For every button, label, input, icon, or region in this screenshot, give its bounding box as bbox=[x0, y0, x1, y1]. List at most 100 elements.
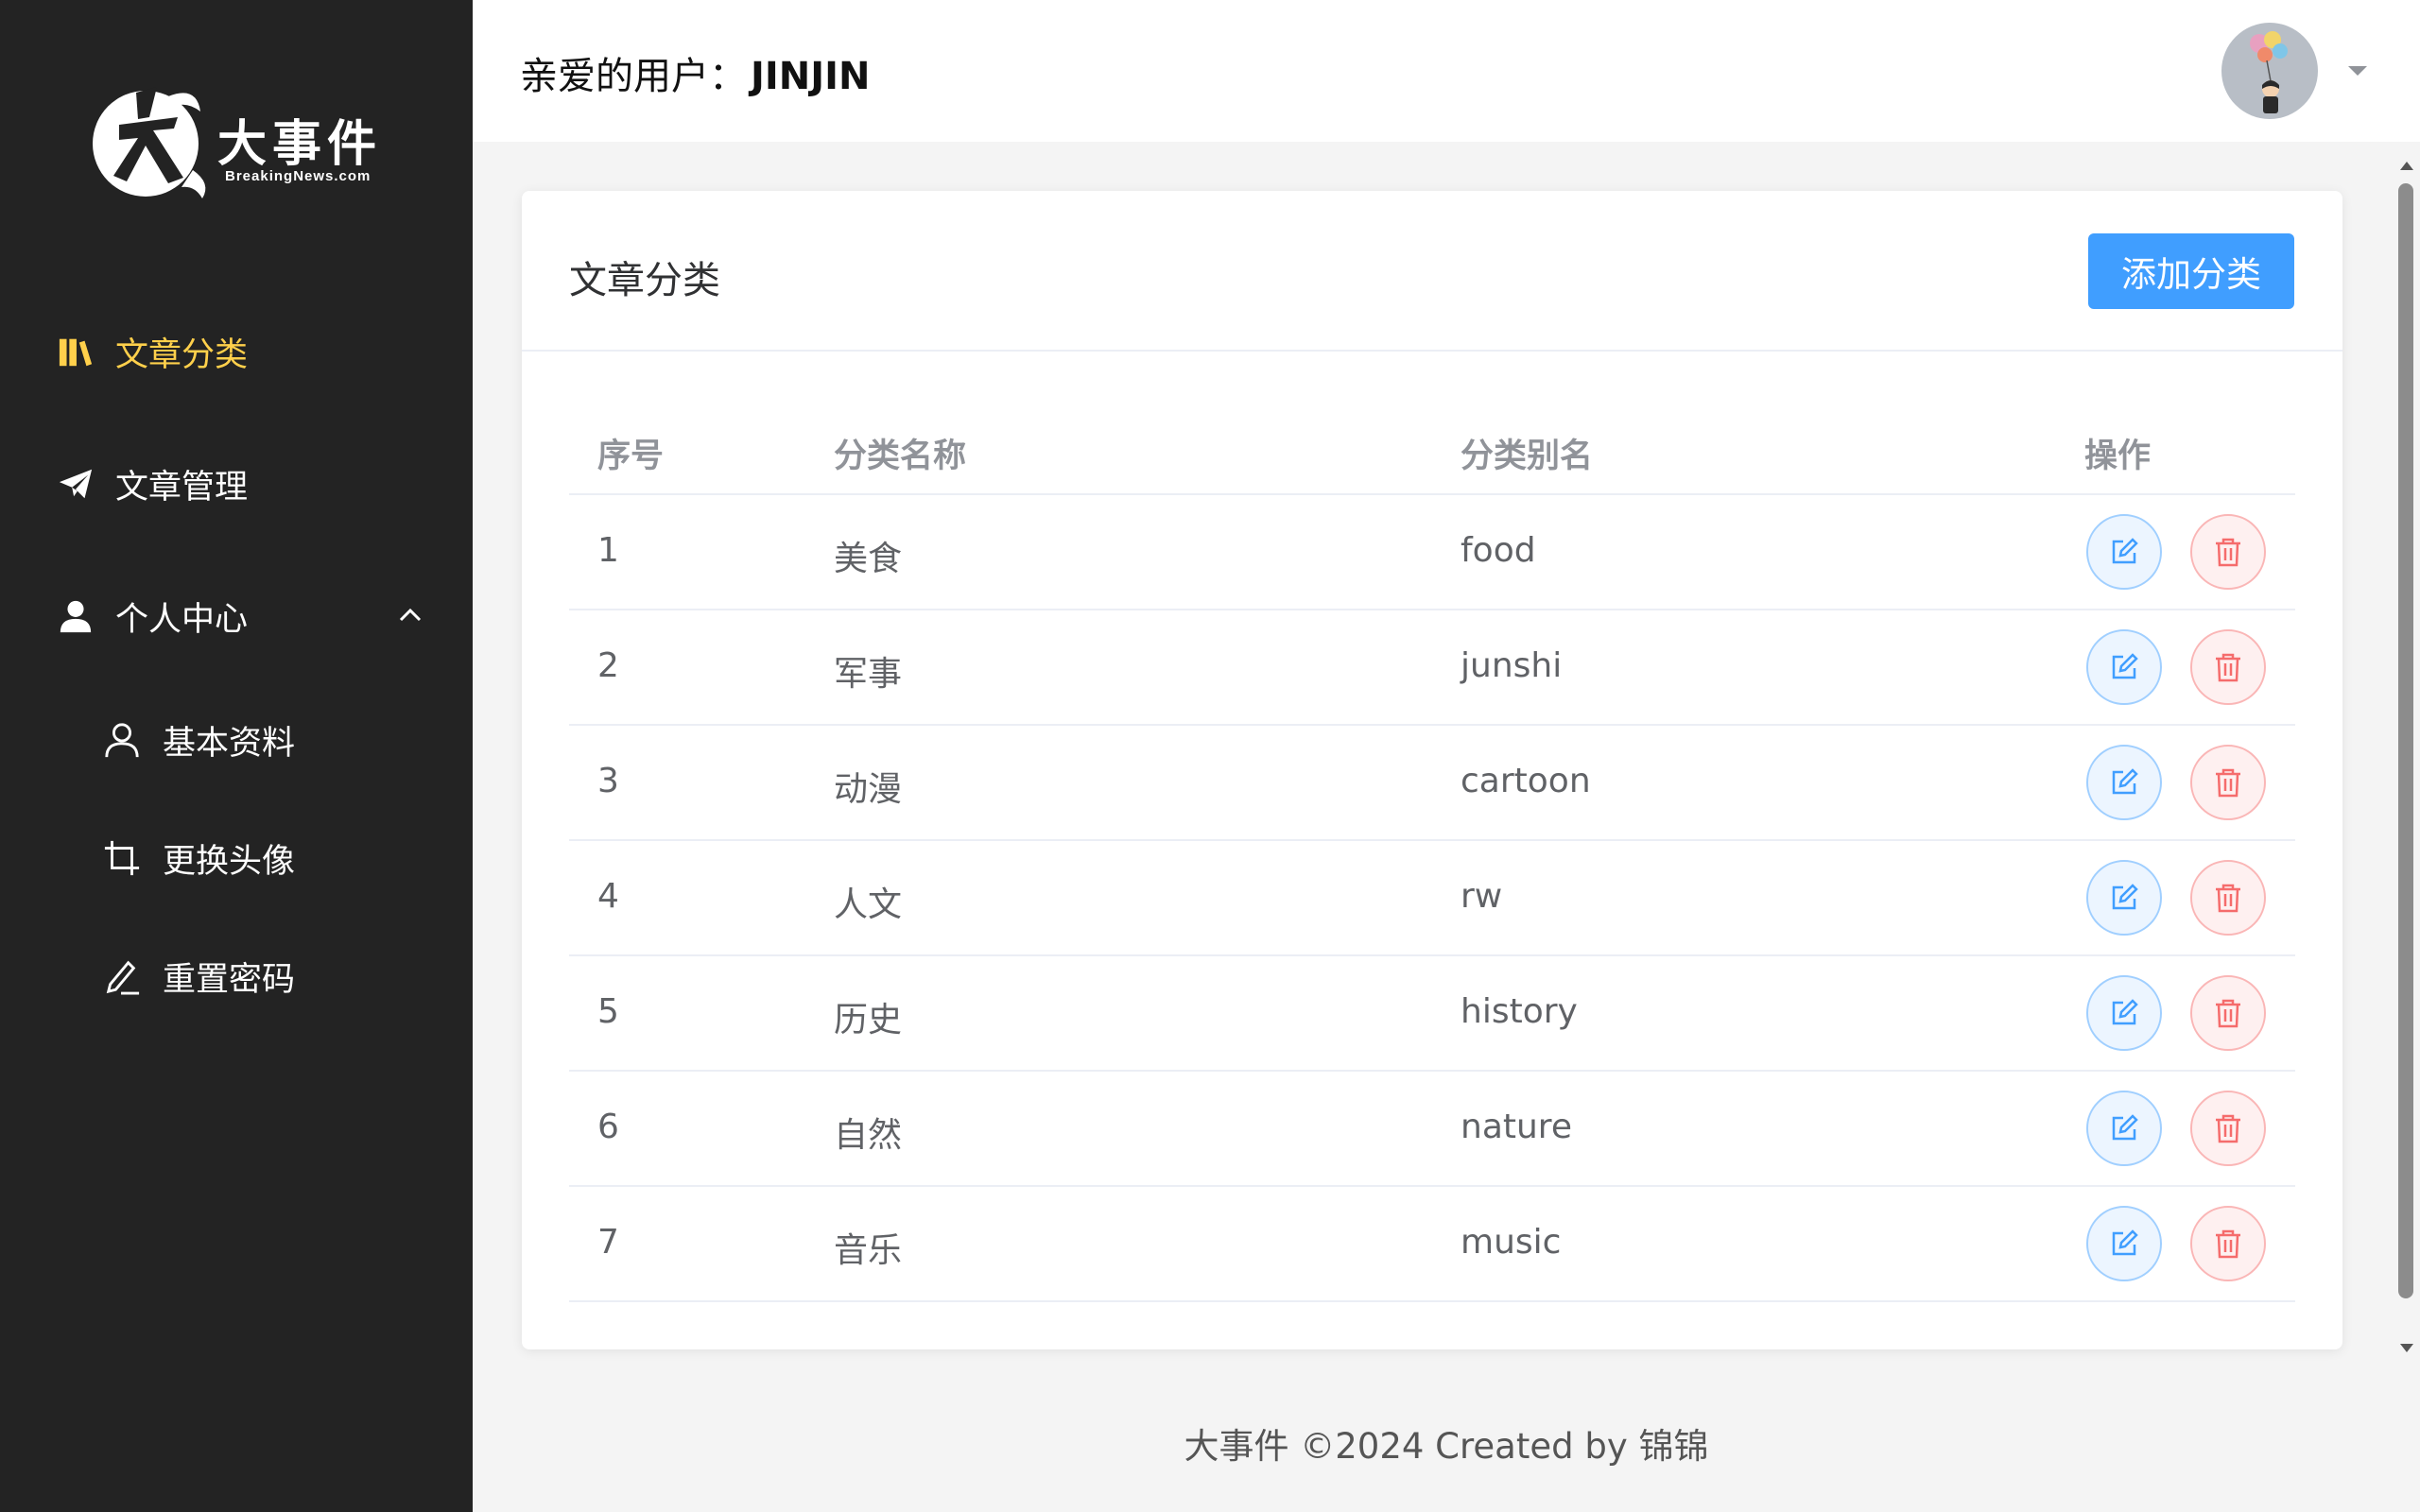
edit-icon bbox=[2112, 884, 2138, 910]
vertical-scrollbar[interactable] bbox=[2392, 142, 2420, 1370]
sidebar-item-personal-center[interactable]: 个人中心 bbox=[0, 569, 473, 663]
brand-name-en: BreakingNews.com bbox=[225, 168, 372, 184]
sidebar-item-basic-info[interactable]: 基本资料 bbox=[0, 693, 473, 787]
trash-icon bbox=[2216, 768, 2240, 798]
cell-category-alias: history bbox=[1461, 992, 1578, 1031]
cell-category-alias: food bbox=[1461, 531, 1536, 570]
delete-button[interactable] bbox=[2190, 1091, 2266, 1166]
category-table: 序号 分类名称 分类别名 操作 1 美食 food 2 军事 junshi 3 … bbox=[569, 408, 2295, 1302]
cell-category-name: 自然 bbox=[834, 1116, 903, 1155]
edit-pen-icon bbox=[102, 956, 142, 996]
trash-icon bbox=[2216, 1114, 2240, 1143]
cell-category-alias: music bbox=[1461, 1223, 1562, 1262]
trash-icon bbox=[2216, 653, 2240, 682]
sidebar: 大事件 BreakingNews.com 文章分类 文章管理 个人中心 基本资料… bbox=[0, 0, 473, 1512]
table-row: 1 美食 food bbox=[569, 495, 2295, 610]
table-row: 6 自然 nature bbox=[569, 1072, 2295, 1187]
edit-icon bbox=[2112, 1114, 2138, 1141]
footer-copyright: 大事件 ©2024 Created by 锦锦 bbox=[1184, 1426, 1709, 1467]
cell-index: 3 bbox=[597, 762, 619, 800]
paper-plane-icon bbox=[57, 465, 95, 503]
top-header: 亲爱的用户： JINJIN bbox=[473, 0, 2420, 142]
cell-category-alias: rw bbox=[1461, 877, 1503, 916]
edit-button[interactable] bbox=[2086, 514, 2162, 590]
greeting-prefix: 亲爱的用户： bbox=[520, 55, 747, 98]
delete-button[interactable] bbox=[2190, 860, 2266, 936]
table-body: 1 美食 food 2 军事 junshi 3 动漫 cartoon 4 人文 … bbox=[569, 495, 2295, 1302]
cell-category-name: 军事 bbox=[834, 655, 903, 694]
user-outline-icon bbox=[102, 720, 142, 760]
edit-icon bbox=[2112, 653, 2138, 679]
brand-name-cn: 大事件 bbox=[217, 115, 383, 173]
sidebar-item-label: 个人中心 bbox=[115, 600, 249, 639]
scroll-up-arrow-icon[interactable] bbox=[2399, 157, 2414, 170]
user-greeting: 亲爱的用户： JINJIN bbox=[520, 45, 870, 100]
table-row: 2 军事 junshi bbox=[569, 610, 2295, 726]
brand-logo: 大事件 BreakingNews.com bbox=[91, 79, 384, 202]
edit-button[interactable] bbox=[2086, 860, 2162, 936]
user-icon bbox=[57, 597, 95, 635]
bookshelf-icon bbox=[57, 333, 95, 370]
sidebar-item-label: 文章分类 bbox=[115, 335, 249, 374]
edit-button[interactable] bbox=[2086, 975, 2162, 1051]
edit-button[interactable] bbox=[2086, 1206, 2162, 1281]
cell-index: 1 bbox=[597, 531, 619, 570]
caret-down-icon[interactable] bbox=[2344, 62, 2371, 79]
cell-index: 5 bbox=[597, 992, 619, 1031]
edit-button[interactable] bbox=[2086, 745, 2162, 820]
trash-icon bbox=[2216, 884, 2240, 913]
table-header: 序号 分类名称 分类别名 操作 bbox=[569, 408, 2295, 495]
card-title: 文章分类 bbox=[569, 259, 720, 302]
edit-icon bbox=[2112, 999, 2138, 1025]
crop-icon bbox=[102, 838, 142, 878]
scrollbar-thumb[interactable] bbox=[2398, 183, 2413, 1298]
cell-category-alias: cartoon bbox=[1461, 762, 1591, 800]
delete-button[interactable] bbox=[2190, 745, 2266, 820]
edit-icon bbox=[2112, 538, 2138, 564]
cell-category-name: 美食 bbox=[834, 540, 903, 578]
sidebar-item-reset-password[interactable]: 重置密码 bbox=[0, 929, 473, 1023]
table-row: 5 历史 history bbox=[569, 956, 2295, 1072]
cell-category-alias: junshi bbox=[1461, 646, 1563, 685]
trash-icon bbox=[2216, 1229, 2240, 1259]
cell-index: 2 bbox=[597, 646, 619, 685]
cell-category-name: 动漫 bbox=[834, 770, 903, 809]
table-row: 7 音乐 music bbox=[569, 1187, 2295, 1302]
column-header-alias: 分类别名 bbox=[1461, 438, 1594, 475]
avatar-image-icon bbox=[2250, 31, 2288, 113]
scroll-down-arrow-icon[interactable] bbox=[2399, 1340, 2414, 1352]
cell-index: 4 bbox=[597, 877, 619, 916]
edit-button[interactable] bbox=[2086, 1091, 2162, 1166]
username: JINJIN bbox=[751, 55, 871, 98]
table-row: 3 动漫 cartoon bbox=[569, 726, 2295, 841]
sidebar-item-change-avatar[interactable]: 更换头像 bbox=[0, 811, 473, 905]
sidebar-item-label: 基本资料 bbox=[163, 724, 296, 763]
column-header-actions: 操作 bbox=[2084, 438, 2152, 475]
sidebar-item-label: 更换头像 bbox=[163, 842, 296, 881]
cell-category-name: 音乐 bbox=[834, 1231, 903, 1270]
sidebar-item-article-manage[interactable]: 文章管理 bbox=[0, 437, 473, 531]
cell-category-name: 人文 bbox=[834, 885, 903, 924]
trash-icon bbox=[2216, 538, 2240, 567]
cell-category-alias: nature bbox=[1461, 1108, 1572, 1146]
delete-button[interactable] bbox=[2190, 514, 2266, 590]
edit-button[interactable] bbox=[2086, 629, 2162, 705]
edit-icon bbox=[2112, 768, 2138, 795]
add-category-button[interactable]: 添加分类 bbox=[2088, 233, 2294, 309]
delete-button[interactable] bbox=[2190, 1206, 2266, 1281]
sidebar-item-article-category[interactable]: 文章分类 bbox=[0, 304, 473, 399]
edit-icon bbox=[2112, 1229, 2138, 1256]
category-card: 文章分类 添加分类 序号 分类名称 分类别名 操作 1 美食 food 2 军事… bbox=[522, 191, 2342, 1349]
sidebar-item-label: 文章管理 bbox=[115, 468, 249, 507]
avatar[interactable] bbox=[2221, 23, 2318, 119]
chevron-up-icon bbox=[395, 601, 425, 631]
column-header-index: 序号 bbox=[597, 438, 665, 475]
trash-icon bbox=[2216, 999, 2240, 1028]
cell-index: 6 bbox=[597, 1108, 619, 1146]
sidebar-item-label: 重置密码 bbox=[163, 960, 296, 999]
table-row: 4 人文 rw bbox=[569, 841, 2295, 956]
cell-category-name: 历史 bbox=[834, 1001, 903, 1040]
delete-button[interactable] bbox=[2190, 629, 2266, 705]
card-header: 文章分类 添加分类 bbox=[522, 191, 2342, 352]
delete-button[interactable] bbox=[2190, 975, 2266, 1051]
